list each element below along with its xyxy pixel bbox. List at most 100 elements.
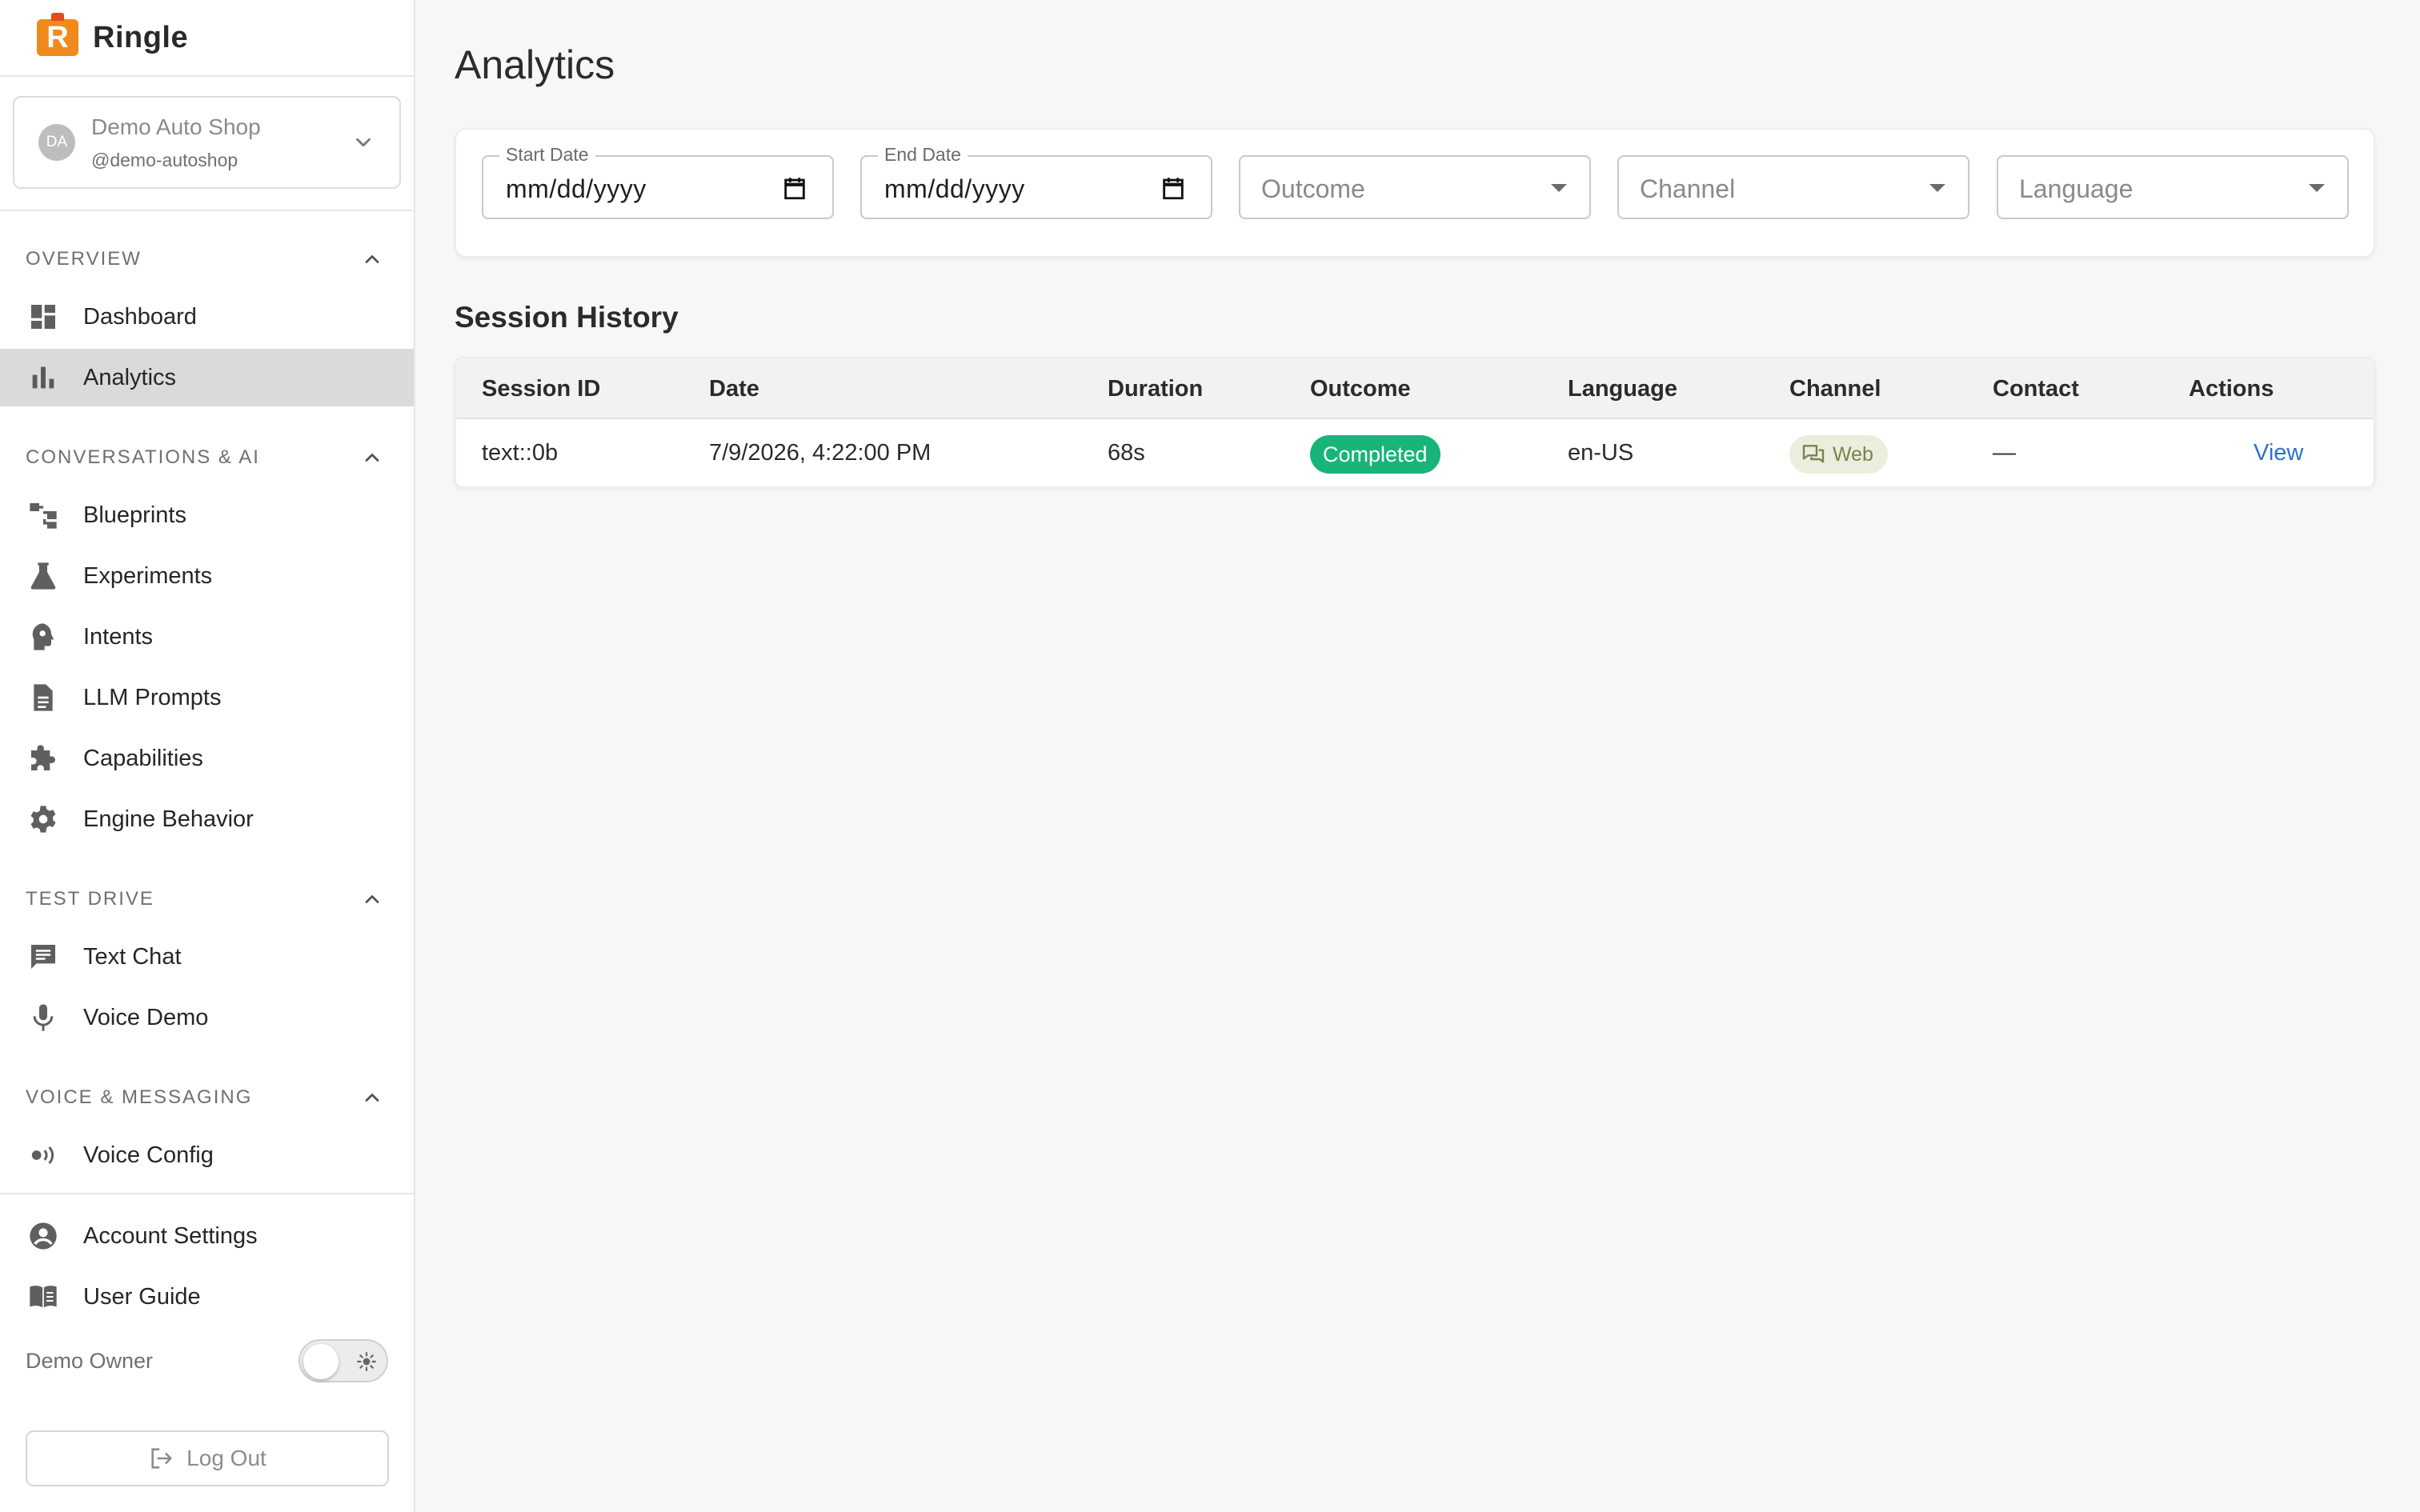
chevron-up-icon bbox=[365, 895, 379, 903]
sidebar-item-label: LLM Prompts bbox=[83, 684, 222, 710]
org-handle: @demo-autoshop bbox=[91, 149, 238, 170]
calendar-icon[interactable] bbox=[1160, 174, 1187, 202]
account-circle-icon bbox=[27, 1220, 59, 1252]
column-header-duration[interactable]: Duration bbox=[1108, 376, 1203, 402]
calendar-icon[interactable] bbox=[781, 174, 808, 202]
sidebar-item-intents[interactable]: Intents bbox=[0, 608, 414, 666]
flask-icon bbox=[27, 560, 59, 592]
logout-icon bbox=[151, 1448, 172, 1469]
nav-scroll-area[interactable]: OVERVIEW Dashboard Analytics CONVERSATIO… bbox=[0, 211, 414, 1194]
sidebar-footer: Account Settings User Guide Demo Owner bbox=[0, 1194, 414, 1393]
sidebar-item-label: Capabilities bbox=[83, 745, 203, 771]
nav-section-conversations: CONVERSATIONS & AI Blueprints Experiment… bbox=[0, 410, 414, 848]
bar-chart-icon bbox=[27, 362, 59, 394]
nav-section-header-overview[interactable]: OVERVIEW bbox=[0, 242, 414, 277]
sidebar-item-label: Voice Config bbox=[83, 1142, 214, 1168]
column-header-outcome[interactable]: Outcome bbox=[1310, 376, 1411, 402]
channel-badge-label: Web bbox=[1833, 442, 1873, 466]
forum-icon bbox=[1802, 445, 1825, 463]
gear-icon bbox=[27, 803, 59, 835]
caret-down-icon bbox=[2309, 184, 2325, 192]
sidebar-item-experiments[interactable]: Experiments bbox=[0, 547, 414, 605]
book-icon bbox=[27, 1281, 59, 1313]
sidebar-item-label: Intents bbox=[83, 623, 154, 650]
table-row[interactable]: text::0b 7/9/2026, 4:22:00 PM 68s Comple… bbox=[456, 419, 2374, 486]
page-title: Analytics bbox=[455, 42, 615, 87]
sidebar-item-engine-behavior[interactable]: Engine Behavior bbox=[0, 790, 414, 848]
nav-section-title: CONVERSATIONS & AI bbox=[26, 446, 260, 468]
sidebar-item-dashboard[interactable]: Dashboard bbox=[0, 288, 414, 346]
sidebar-item-blueprints[interactable]: Blueprints bbox=[0, 486, 414, 544]
nav-section-header-conversations[interactable]: CONVERSATIONS & AI bbox=[0, 440, 414, 475]
nav-section-header-voice-messaging[interactable]: VOICE & MESSAGING bbox=[0, 1080, 414, 1115]
start-date-value: mm/dd/yyyy bbox=[506, 174, 647, 203]
org-switcher[interactable]: DA Demo Auto Shop @demo-autoshop bbox=[13, 96, 401, 189]
sidebar-item-analytics[interactable]: Analytics bbox=[0, 349, 414, 406]
main-content: Analytics Start Date mm/dd/yyyy End Date… bbox=[415, 0, 2420, 1512]
sidebar-item-account-settings[interactable]: Account Settings bbox=[0, 1207, 414, 1265]
column-header-session-id[interactable]: Session ID bbox=[482, 376, 600, 402]
sidebar-item-label: Analytics bbox=[83, 364, 177, 390]
cell-date: 7/9/2026, 4:22:00 PM bbox=[709, 440, 932, 466]
end-date-label: End Date bbox=[878, 144, 968, 166]
chevron-up-icon bbox=[365, 1094, 379, 1102]
status-badge: Completed bbox=[1310, 435, 1440, 474]
sun-icon bbox=[357, 1352, 376, 1371]
column-header-date[interactable]: Date bbox=[709, 376, 759, 402]
logout-label: Log Out bbox=[186, 1446, 266, 1470]
sidebar-item-voice-config[interactable]: Voice Config bbox=[0, 1126, 414, 1184]
microphone-icon bbox=[27, 1002, 59, 1034]
org-avatar: DA bbox=[38, 124, 75, 161]
language-placeholder: Language bbox=[2019, 174, 2134, 203]
column-header-language[interactable]: Language bbox=[1568, 376, 1677, 402]
sidebar-item-label: User Guide bbox=[83, 1283, 201, 1310]
start-date-label: Start Date bbox=[499, 144, 595, 166]
chat-icon bbox=[27, 941, 59, 973]
brand[interactable]: R Ringle bbox=[0, 0, 414, 77]
language-select[interactable]: Language bbox=[1997, 155, 2349, 219]
cell-contact: — bbox=[1993, 440, 2016, 466]
org-text: Demo Auto Shop @demo-autoshop bbox=[91, 114, 351, 171]
brain-icon bbox=[27, 621, 59, 653]
sidebar-item-llm-prompts[interactable]: LLM Prompts bbox=[0, 669, 414, 726]
column-header-actions: Actions bbox=[2189, 376, 2274, 402]
channel-select[interactable]: Channel bbox=[1617, 155, 1969, 219]
chevron-up-icon bbox=[365, 255, 379, 263]
nav-section-test-drive: TEST DRIVE Text Chat Voice Demo bbox=[0, 851, 414, 1046]
channel-placeholder: Channel bbox=[1640, 174, 1736, 203]
caret-down-icon bbox=[1551, 184, 1567, 192]
owner-row: Demo Owner bbox=[0, 1329, 414, 1393]
cell-language: en-US bbox=[1568, 440, 1634, 466]
nav-section-title: VOICE & MESSAGING bbox=[26, 1086, 253, 1108]
column-header-channel[interactable]: Channel bbox=[1789, 376, 1881, 402]
sidebar-item-voice-demo[interactable]: Voice Demo bbox=[0, 989, 414, 1046]
owner-name: Demo Owner bbox=[26, 1348, 154, 1373]
chevron-down-icon bbox=[356, 138, 371, 147]
view-session-link[interactable]: View bbox=[2254, 440, 2303, 466]
channel-badge: Web bbox=[1789, 435, 1888, 474]
document-icon bbox=[27, 682, 59, 714]
nav-section-title: TEST DRIVE bbox=[26, 888, 154, 910]
puzzle-icon bbox=[27, 742, 59, 774]
sidebar-item-user-guide[interactable]: User Guide bbox=[0, 1268, 414, 1326]
logout-button[interactable]: Log Out bbox=[26, 1430, 389, 1486]
cell-duration: 68s bbox=[1108, 440, 1145, 466]
session-history-table: Session ID Date Duration Outcome Languag… bbox=[455, 357, 2375, 488]
sidebar-item-capabilities[interactable]: Capabilities bbox=[0, 730, 414, 787]
dashboard-icon bbox=[27, 301, 59, 333]
column-header-contact[interactable]: Contact bbox=[1993, 376, 2079, 402]
start-date-field[interactable]: Start Date mm/dd/yyyy bbox=[482, 144, 834, 219]
ringle-logo-icon: R bbox=[37, 13, 78, 56]
sidebar-item-label: Text Chat bbox=[83, 943, 182, 970]
sidebar-item-text-chat[interactable]: Text Chat bbox=[0, 928, 414, 986]
sidebar-item-label: Voice Demo bbox=[83, 1004, 209, 1030]
sidebar-item-label: Blueprints bbox=[83, 502, 186, 528]
end-date-field[interactable]: End Date mm/dd/yyyy bbox=[860, 144, 1212, 219]
chevron-up-icon bbox=[365, 454, 379, 462]
cell-session-id: text::0b bbox=[482, 440, 559, 466]
outcome-select[interactable]: Outcome bbox=[1239, 155, 1591, 219]
end-date-value: mm/dd/yyyy bbox=[884, 174, 1025, 203]
org-switcher-block: DA Demo Auto Shop @demo-autoshop bbox=[0, 77, 414, 211]
theme-toggle[interactable] bbox=[298, 1339, 388, 1382]
nav-section-header-test-drive[interactable]: TEST DRIVE bbox=[0, 882, 414, 917]
